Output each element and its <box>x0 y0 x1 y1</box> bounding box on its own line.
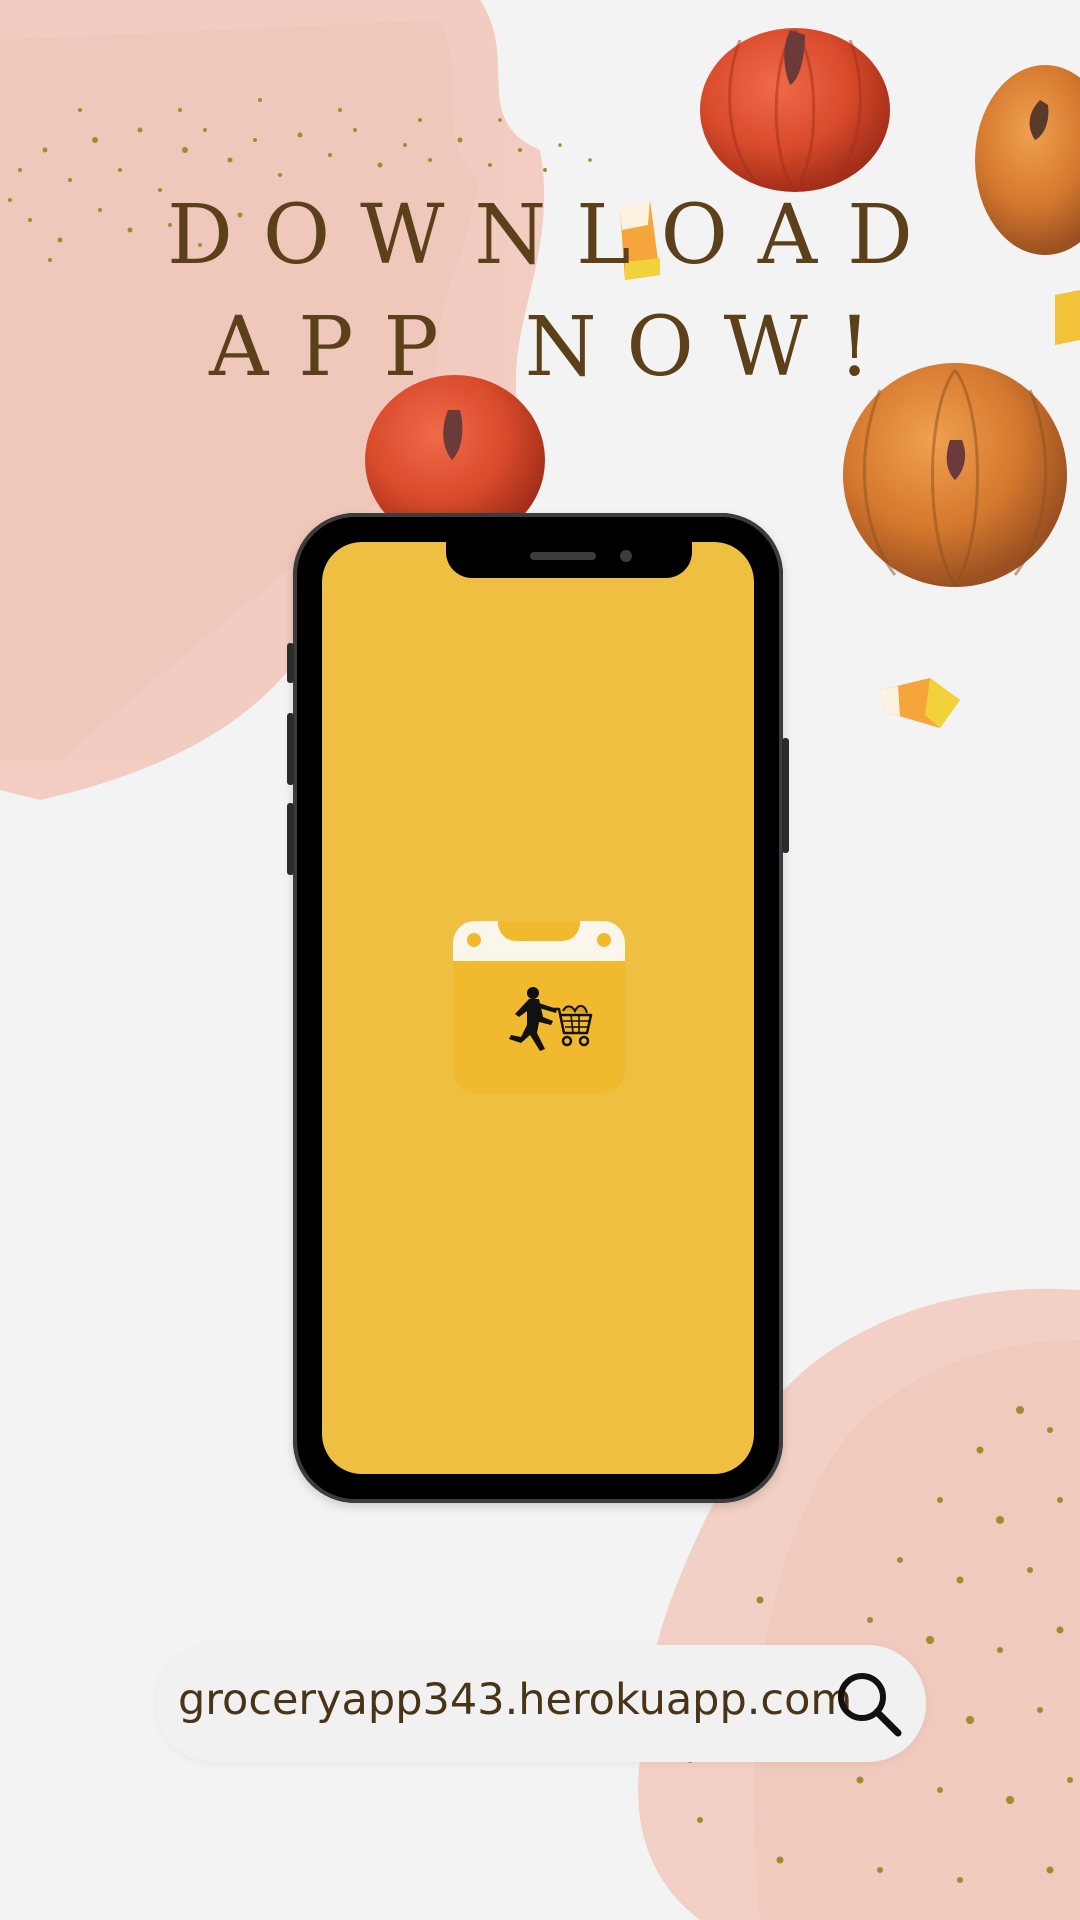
phone-speaker <box>530 552 596 560</box>
pumpkin-right <box>843 363 1067 587</box>
phone-screen <box>322 542 754 1474</box>
phone-volume-down-button <box>287 803 294 875</box>
candy-corn-3 <box>880 678 960 728</box>
shopping-cart-runner-icon <box>509 987 593 1051</box>
phone-mockup <box>287 513 789 1503</box>
headline-line-2: APP NOW! <box>209 300 901 395</box>
search-icon[interactable] <box>834 1669 906 1741</box>
app-icon-dot-right <box>597 933 611 947</box>
phone-power-button <box>782 738 789 853</box>
url-search-bar[interactable]: groceryapp343.herokuapp.com <box>156 1645 926 1762</box>
phone-volume-up-button <box>287 713 294 785</box>
phone-camera <box>620 550 632 562</box>
phone-notch <box>446 542 692 578</box>
headline-line-1: DOWNLOAD <box>167 188 943 283</box>
app-url-text[interactable]: groceryapp343.herokuapp.com <box>178 1675 852 1725</box>
phone-mute-switch <box>287 643 294 683</box>
pumpkin-top-center <box>700 28 890 192</box>
app-icon-tab <box>498 921 580 941</box>
app-icon[interactable] <box>453 921 625 1093</box>
app-icon-dot-left <box>467 933 481 947</box>
